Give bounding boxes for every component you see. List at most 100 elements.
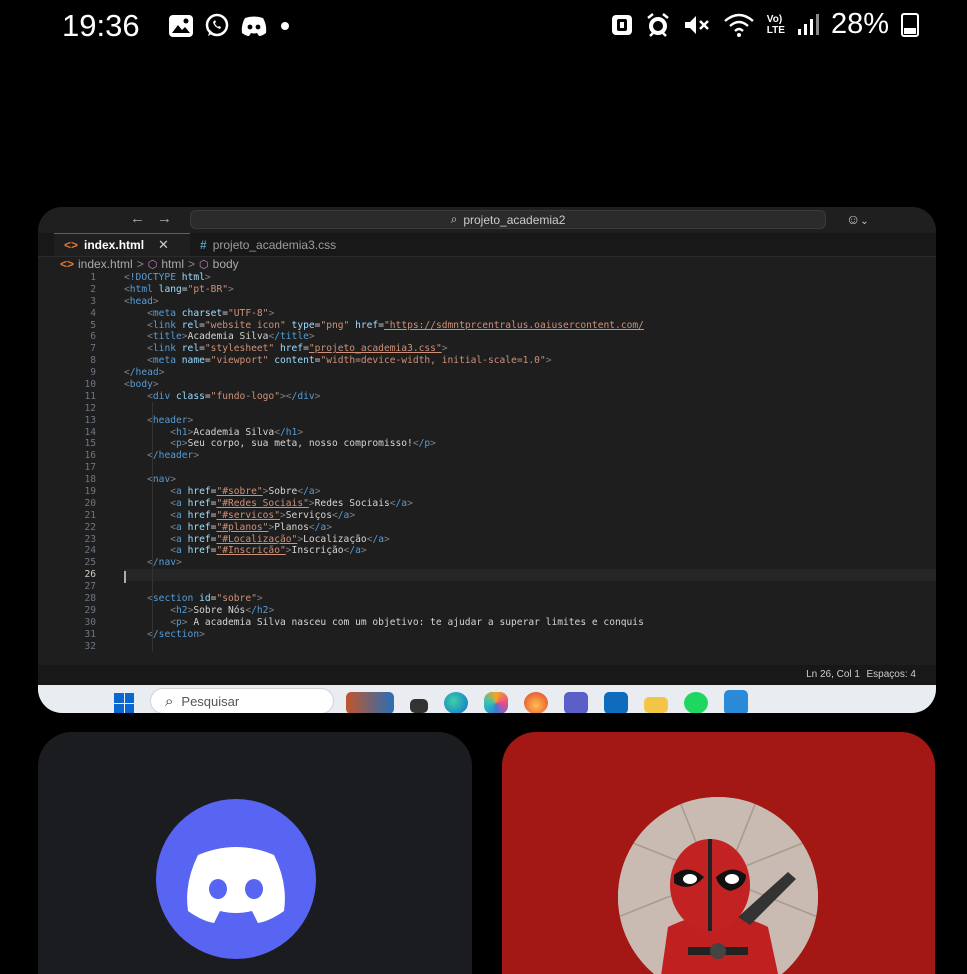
search-icon: ⌕ (165, 692, 174, 710)
command-center-search[interactable]: ⌕ projeto_academia2 (190, 210, 826, 229)
screen-share-view[interactable]: ←→ ⌕ projeto_academia2 ☺⌄ <> index.html … (38, 207, 936, 713)
line-number: 1 (90, 272, 96, 283)
code-line[interactable]: <h1>Academia Silva</h1> (124, 427, 936, 439)
breadcrumb-html[interactable]: html (161, 257, 184, 271)
code-line[interactable]: <a href="#planos">Planos</a> (124, 522, 936, 534)
line-number: 16 (84, 450, 96, 462)
edge-icon[interactable] (444, 691, 468, 713)
code-line[interactable]: ​ (124, 641, 936, 653)
code-editor[interactable]: 1 2 3 4 5 6 7 8 9 10 11 12 13 14 15 16 17 18 19 20 21 22 23 24 2… (38, 272, 936, 664)
participant-tile-discord[interactable] (38, 732, 472, 974)
code-line[interactable]: <a href="#servicos">Serviços</a> (124, 510, 936, 522)
line-number: 10 (84, 379, 96, 391)
line-number: 6 (90, 331, 96, 343)
status-time: 19:36 (62, 8, 140, 43)
code-area[interactable]: <!DOCTYPE html> <html lang="pt-BR"> <head>… (124, 272, 936, 653)
line-number: 30 (84, 616, 96, 628)
chevron-down-icon: ⌄ (860, 216, 869, 227)
taskbar-apps (346, 690, 748, 713)
alarm-icon (647, 12, 669, 37)
code-line[interactable]: <header> (124, 415, 936, 427)
code-line[interactable]: <link rel="stylesheet" href="projeto_aca… (124, 343, 936, 355)
code-line[interactable]: ​ (124, 462, 936, 474)
weather-widget-icon[interactable] (346, 691, 394, 713)
code-line[interactable]: <body> (124, 379, 936, 391)
nfc-icon (611, 14, 632, 35)
line-number: 2 (90, 283, 96, 295)
battery-icon (901, 12, 919, 37)
volte-bottom-label: LTE (766, 24, 785, 36)
firefox-icon[interactable] (524, 691, 548, 713)
line-number: 21 (84, 509, 96, 521)
code-line[interactable]: <!DOCTYPE html> (124, 272, 936, 284)
code-line[interactable]: <html lang="pt-BR"> (124, 284, 936, 296)
code-line[interactable]: <a href="#Inscrição">Inscrição</a> (124, 545, 936, 557)
discord-logo-icon (156, 799, 316, 959)
code-line[interactable]: </head> (124, 367, 936, 379)
code-line[interactable]: <title>Academia Silva</title> (124, 331, 936, 343)
code-line[interactable]: </nav> (124, 557, 936, 569)
code-line[interactable]: </section> (124, 629, 936, 641)
code-line[interactable]: <section id="sobre"> (124, 593, 936, 605)
workspace-name: projeto_academia2 (463, 212, 566, 227)
code-line[interactable]: <link rel="website icon" type="png" href… (124, 320, 936, 332)
line-number-gutter: 1 2 3 4 5 6 7 8 9 10 11 12 13 14 15 16 17 18 19 20 21 22 23 24 2… (38, 272, 106, 653)
line-number: 32 (84, 640, 96, 652)
user-avatar (618, 797, 818, 974)
code-line[interactable]: <nav> (124, 474, 936, 486)
line-number: 3 (90, 295, 96, 307)
code-line[interactable]: <div class="fundo-logo"></div> (124, 391, 936, 403)
line-number: 23 (84, 533, 96, 545)
participant-tile-user[interactable] (502, 732, 935, 974)
line-number: 4 (90, 307, 96, 319)
tab-index-html[interactable]: <> index.html ✕ (54, 233, 190, 256)
line-number: 25 (84, 557, 96, 569)
vscode-icon[interactable] (724, 690, 748, 713)
code-line[interactable]: </header> (124, 450, 936, 462)
code-line[interactable]: ​ (124, 581, 936, 593)
line-number: 29 (84, 604, 96, 616)
back-arrow-icon[interactable]: ← (130, 210, 157, 227)
code-line[interactable]: <h2>Sobre Nós</h2> (124, 605, 936, 617)
taskbar-search[interactable]: ⌕ Pesquisar (150, 688, 334, 713)
breadcrumb-file[interactable]: index.html (78, 257, 133, 271)
search-icon: ⌕ (450, 212, 458, 226)
spotify-icon[interactable] (684, 691, 708, 713)
line-number: 20 (84, 497, 96, 509)
indentation-setting[interactable]: Espaços: 4 (867, 669, 916, 680)
task-view-icon[interactable] (410, 698, 428, 713)
file-explorer-icon[interactable] (644, 696, 668, 713)
status-bar: 19:36 Vo) LTE 28% (0, 0, 967, 52)
code-line[interactable]: <p>Seu corpo, sua meta, nosso compromiss… (124, 438, 936, 450)
line-number: 12 (84, 402, 96, 414)
teams-icon[interactable] (564, 691, 588, 713)
code-line[interactable]: ​ (124, 569, 936, 582)
code-line[interactable]: <a href="#sobre">Sobre</a> (124, 486, 936, 498)
code-line[interactable]: <a href="#Redes Sociais">Redes Sociais</… (124, 498, 936, 510)
copilot-app-icon[interactable] (484, 691, 508, 713)
copilot-menu[interactable]: ☺⌄ (846, 211, 869, 227)
cursor-position[interactable]: Ln 26, Col 1 (806, 669, 860, 680)
code-line[interactable]: ​ (124, 403, 936, 415)
breadcrumb: <> index.html > ⬡ html > ⬡ body (60, 256, 239, 272)
signal-icon (797, 13, 819, 35)
code-line[interactable]: <p> A academia Silva nasceu com um objet… (124, 617, 936, 629)
windows-start-icon[interactable] (114, 693, 134, 713)
outlook-icon[interactable] (604, 691, 628, 713)
battery-percentage: 28% (830, 8, 889, 40)
deadpool-avatar-icon (618, 797, 818, 974)
code-line[interactable]: <meta name="viewport" content="width=dev… (124, 355, 936, 367)
wifi-icon (724, 13, 754, 37)
breadcrumb-body[interactable]: body (213, 257, 239, 271)
code-line[interactable]: <a href="#Localização">Localização</a> (124, 534, 936, 546)
volte-top-label: Vo) (766, 13, 783, 25)
close-icon[interactable]: ✕ (158, 237, 169, 253)
whatsapp-icon (205, 13, 229, 37)
text-cursor (124, 571, 126, 583)
line-number: 17 (84, 462, 96, 474)
forward-arrow-icon[interactable]: → (157, 210, 184, 227)
tab-projeto-academia3-css[interactable]: # projeto_academia3.css (190, 233, 390, 256)
code-line[interactable]: <head> (124, 296, 936, 308)
code-line[interactable]: <meta charset="UTF-8"> (124, 308, 936, 320)
line-number: 22 (84, 521, 96, 533)
